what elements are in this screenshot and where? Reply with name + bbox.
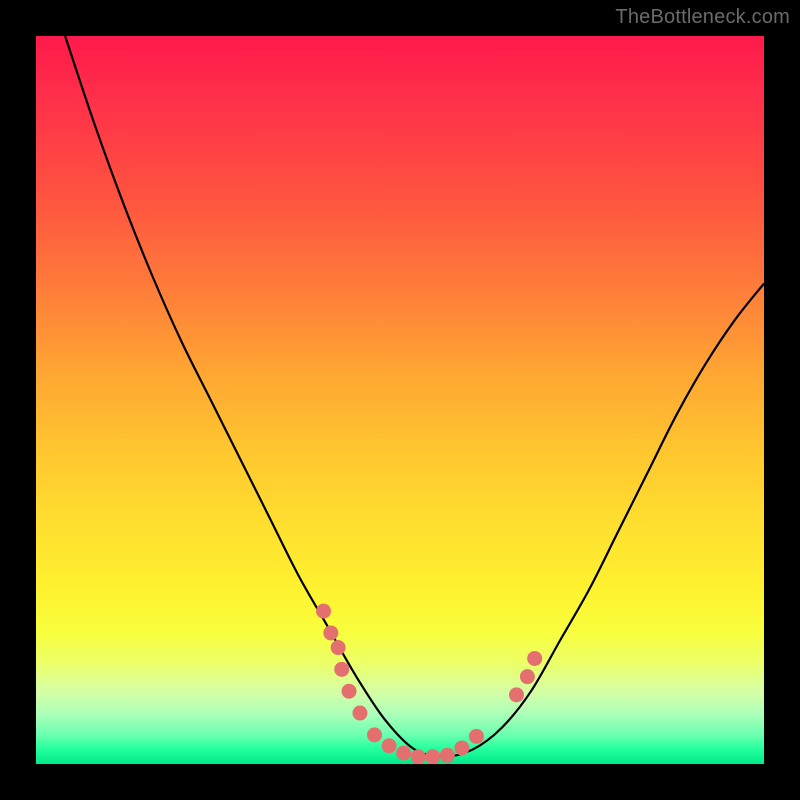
curve-marker xyxy=(520,669,535,684)
curve-marker xyxy=(527,651,542,666)
curve-marker xyxy=(334,662,349,677)
chart-frame: TheBottleneck.com xyxy=(0,0,800,800)
plot-area xyxy=(36,36,764,764)
curve-marker xyxy=(440,748,455,763)
curve-marker xyxy=(411,749,426,764)
bottleneck-curve xyxy=(65,36,764,757)
curve-marker xyxy=(469,729,484,744)
curve-marker xyxy=(342,684,357,699)
curve-marker xyxy=(382,738,397,753)
curve-marker xyxy=(509,687,524,702)
curve-marker xyxy=(425,749,440,764)
curve-marker xyxy=(396,746,411,761)
watermark-text: TheBottleneck.com xyxy=(615,6,790,29)
curve-marker xyxy=(352,706,367,721)
chart-svg xyxy=(36,36,764,764)
curve-marker xyxy=(331,640,346,655)
curve-marker xyxy=(323,625,338,640)
curve-marker xyxy=(316,604,331,619)
marker-group xyxy=(316,604,542,765)
curve-marker xyxy=(454,740,469,755)
curve-marker xyxy=(367,727,382,742)
